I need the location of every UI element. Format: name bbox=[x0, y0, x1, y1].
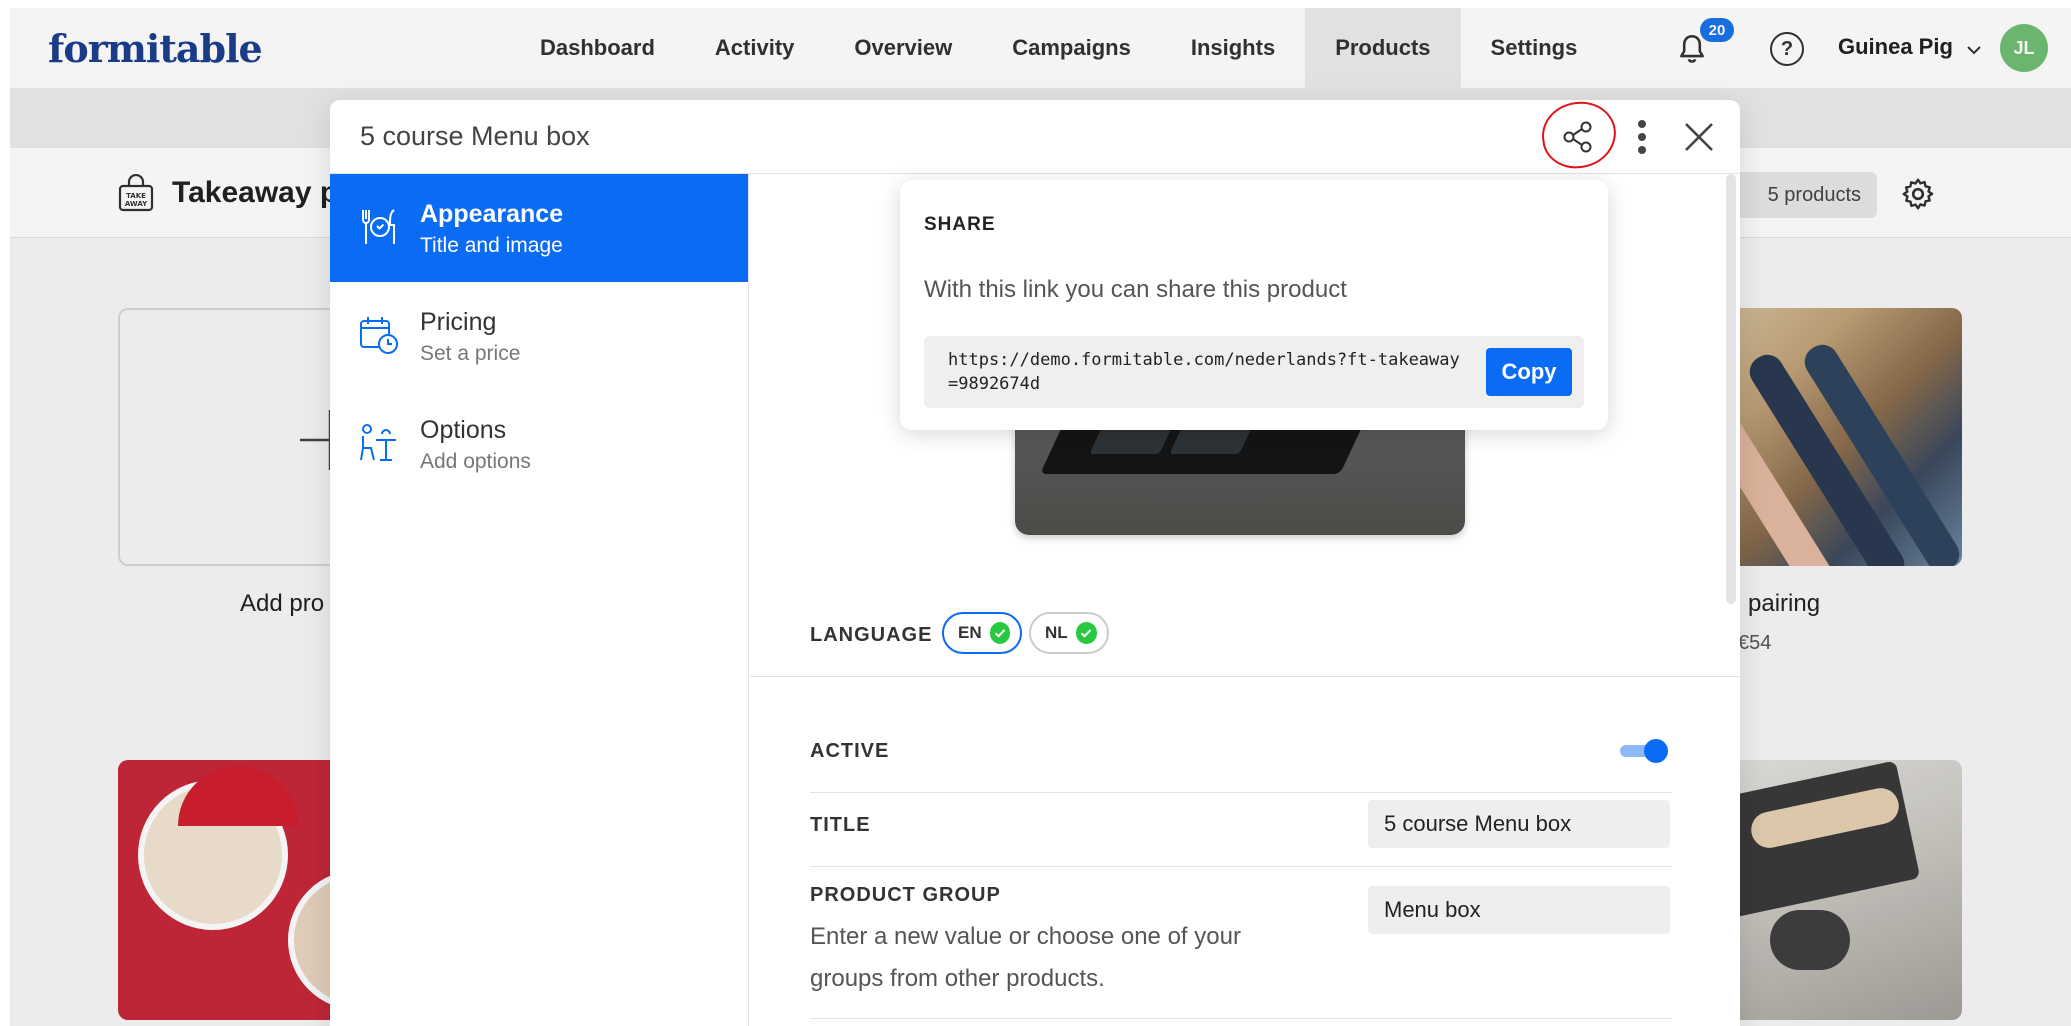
divider bbox=[810, 866, 1672, 867]
divider bbox=[810, 1018, 1672, 1019]
share-url[interactable]: https://demo.formitable.com/nederlands?f… bbox=[948, 348, 1468, 396]
sidebar-item-title: Appearance bbox=[420, 200, 564, 228]
sidebar-item-subtitle: Set a price bbox=[420, 342, 521, 365]
sidebar-item-subtitle: Add options bbox=[420, 450, 531, 473]
share-description: With this link you can share this produc… bbox=[924, 276, 1347, 303]
active-label: ACTIVE bbox=[810, 740, 890, 762]
language-code: EN bbox=[958, 623, 982, 642]
check-icon bbox=[989, 622, 1010, 644]
options-person-icon bbox=[360, 424, 396, 461]
divider bbox=[750, 676, 1740, 677]
product-group-label: PRODUCT GROUP bbox=[810, 884, 1001, 906]
divider bbox=[810, 792, 1672, 793]
close-icon[interactable] bbox=[1682, 120, 1716, 154]
title-label: TITLE bbox=[810, 814, 871, 836]
scrollbar[interactable] bbox=[1726, 174, 1736, 604]
share-title: SHARE bbox=[924, 214, 996, 235]
modal-title: 5 course Menu box bbox=[360, 121, 590, 151]
more-options-icon[interactable] bbox=[1632, 116, 1652, 158]
active-toggle[interactable] bbox=[1620, 739, 1668, 765]
plate-icon bbox=[362, 209, 395, 244]
title-input[interactable]: 5 course Menu box bbox=[1368, 800, 1670, 848]
sidebar-item-appearance[interactable]: Appearance Title and image bbox=[330, 174, 748, 282]
share-popover: SHARE With this link you can share this … bbox=[900, 180, 1608, 430]
share-icon[interactable] bbox=[1559, 118, 1597, 156]
check-icon bbox=[1075, 622, 1097, 644]
share-link-box: https://demo.formitable.com/nederlands?f… bbox=[924, 336, 1584, 408]
modal-header: 5 course Menu box bbox=[330, 100, 1740, 174]
copy-button[interactable]: Copy bbox=[1486, 348, 1572, 396]
sidebar-item-options[interactable]: Options Add options bbox=[330, 390, 748, 498]
language-chip-nl[interactable]: NL bbox=[1029, 612, 1109, 654]
sidebar-item-title: Pricing bbox=[420, 308, 497, 336]
language-label: LANGUAGE bbox=[810, 624, 933, 646]
calendar-clock-icon bbox=[360, 317, 398, 354]
language-code: NL bbox=[1045, 623, 1068, 642]
sidebar-item-title: Options bbox=[420, 416, 507, 444]
language-chip-en[interactable]: EN bbox=[942, 612, 1022, 654]
sidebar-item-subtitle: Title and image bbox=[420, 234, 563, 257]
modal-sidebar: Appearance Title and image Pricing Set a… bbox=[330, 174, 749, 1026]
product-group-input[interactable]: Menu box bbox=[1368, 886, 1670, 934]
sidebar-item-pricing[interactable]: Pricing Set a price bbox=[330, 282, 748, 390]
product-group-help: Enter a new value or choose one of your … bbox=[810, 923, 1241, 992]
